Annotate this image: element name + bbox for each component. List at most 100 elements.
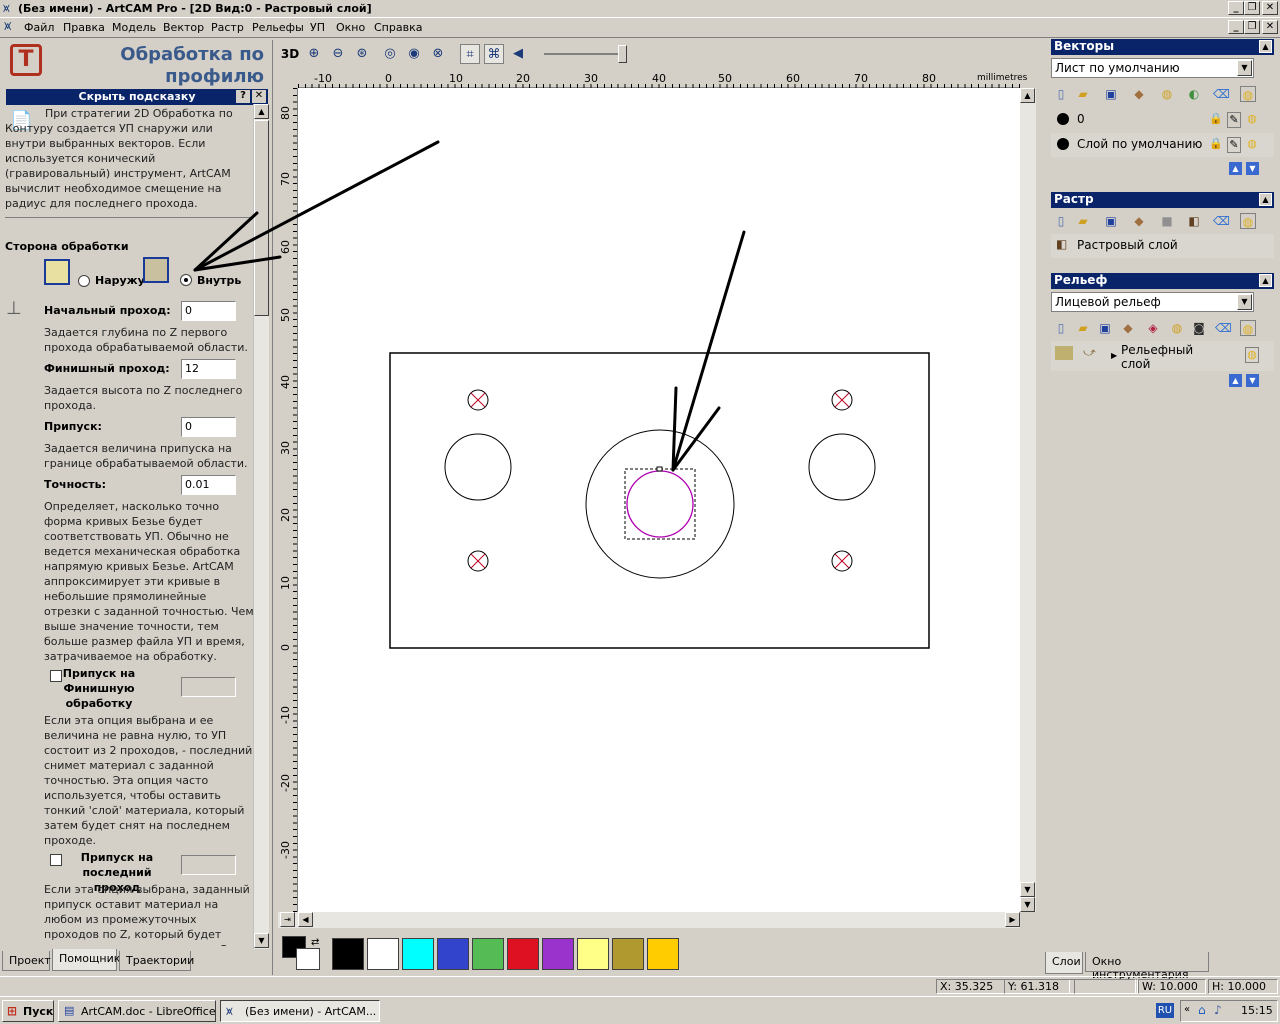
menu-reliefs[interactable]: Рельефы [252, 21, 304, 34]
zoom-window-icon[interactable]: ⊗ [428, 44, 448, 64]
vector-layer-default[interactable]: Слой по умолчанию 🔒 ✎ ◍ [1051, 133, 1274, 157]
relief-select[interactable]: Лицевой рельеф ▼ [1051, 292, 1254, 312]
swap-colors-icon[interactable]: ⇄ [311, 937, 319, 948]
delete-relief-icon[interactable]: ⌫ [1215, 320, 1232, 336]
merge-relief-icon[interactable]: ◆ [1120, 320, 1136, 336]
pen-icon[interactable]: ✎ [1227, 137, 1241, 153]
secondary-color-swatch[interactable] [296, 948, 320, 970]
lock-icon[interactable]: 🔒 [1209, 112, 1223, 128]
open-layer-icon[interactable]: ▰ [1075, 86, 1091, 102]
tab-toolpaths[interactable]: Траектории [119, 951, 194, 971]
scroll-up-icon[interactable]: ▲ [254, 104, 269, 119]
raster-layer[interactable]: ◧ Растровый слой [1051, 234, 1274, 258]
move-relief-up-icon[interactable]: ▲ [1229, 374, 1242, 387]
visibility-bulb-icon[interactable]: ◍ [1240, 213, 1256, 229]
snap-grid-icon[interactable]: ⌗ [460, 44, 480, 64]
canvas-scroll-down-icon[interactable]: ▼ [1020, 882, 1035, 897]
3d-view-button[interactable]: 3D [280, 44, 300, 64]
visibility-bulb-icon[interactable]: ◍ [1245, 137, 1259, 153]
menu-vector[interactable]: Вектор [163, 21, 204, 34]
visibility-bulb-icon[interactable]: ◍ [1245, 112, 1259, 128]
move-relief-down-icon[interactable]: ▼ [1246, 374, 1259, 387]
relief-header[interactable]: Рельеф ▲ [1051, 273, 1274, 289]
zoom-previous-icon[interactable]: ⊛ [352, 44, 372, 64]
move-layer-up-icon[interactable]: ▲ [1229, 162, 1242, 175]
palette-swatch[interactable] [542, 938, 574, 970]
visibility-bulb-icon[interactable]: ◍ [1240, 86, 1256, 102]
scroll-thumb[interactable] [254, 120, 269, 316]
workpiece-rectangle[interactable] [389, 352, 930, 649]
tab-layers[interactable]: Слои [1045, 952, 1083, 974]
contrast-slider-thumb[interactable] [618, 45, 627, 63]
doc-minimize-button[interactable]: _ [1228, 20, 1244, 34]
vector-layer-0[interactable]: 0 🔒 ✎ ◍ [1051, 108, 1274, 132]
finish-pass-input[interactable]: 12 [181, 359, 236, 379]
restore-button[interactable]: ❐ [1244, 1, 1260, 15]
outside-profile-icon[interactable] [44, 259, 70, 285]
language-indicator[interactable]: RU [1156, 1003, 1174, 1018]
snap-objects-icon[interactable]: ⌘ [484, 44, 504, 64]
relief-mode-icon[interactable]: ◈ [1145, 320, 1161, 336]
collapse-icon[interactable]: ▲ [1259, 40, 1272, 53]
zoom-in-icon[interactable]: ⊕ [304, 44, 324, 64]
tray-expand-icon[interactable]: « [1184, 1004, 1190, 1015]
menu-file[interactable]: Файл [24, 21, 54, 34]
vector-sheet-select[interactable]: Лист по умолчанию ▼ [1051, 58, 1254, 78]
new-raster-layer-icon[interactable]: ▯ [1053, 213, 1069, 229]
relief-layer[interactable]: ⤻ ▶ Рельефный слой ◍ [1051, 341, 1274, 371]
merge-layer-icon[interactable]: ◆ [1131, 86, 1147, 102]
delete-raster-icon[interactable]: ⌫ [1213, 213, 1230, 229]
close-button[interactable]: ✕ [1262, 1, 1278, 15]
visibility-bulb-icon[interactable]: ◍ [1245, 347, 1259, 363]
palette-swatch[interactable] [367, 938, 399, 970]
allowance-input[interactable]: 0 [181, 417, 236, 437]
new-layer-icon[interactable]: ▯ [1053, 86, 1069, 102]
open-relief-icon[interactable]: ▰ [1075, 320, 1091, 336]
zoom-selection-icon[interactable]: ◉ [404, 44, 424, 64]
scroll-down-icon[interactable]: ▼ [254, 933, 269, 948]
lock-icon[interactable]: 🔒 [1209, 137, 1223, 153]
move-layer-down-icon[interactable]: ▼ [1246, 162, 1259, 175]
bulb-icon[interactable]: ◍ [1169, 320, 1185, 336]
new-relief-layer-icon[interactable]: ▯ [1053, 320, 1069, 336]
vectors-header[interactable]: Векторы ▲ [1051, 39, 1274, 55]
palette-swatch[interactable] [507, 938, 539, 970]
last-pass-checkbox[interactable] [50, 854, 62, 866]
palette-swatch[interactable] [332, 938, 364, 970]
app-menu-icon[interactable]: ⩙ [4, 19, 11, 34]
menu-raster[interactable]: Растр [211, 21, 244, 34]
palette-swatch[interactable] [437, 938, 469, 970]
canvas-horizontal-scrollbar[interactable]: ⇥ ◀ ▶ [278, 912, 1020, 928]
open-raster-icon[interactable]: ▰ [1075, 213, 1091, 229]
save-layer-icon[interactable]: ▣ [1103, 86, 1119, 102]
save-raster-icon[interactable]: ▣ [1103, 213, 1119, 229]
pen-icon[interactable]: ✎ [1227, 112, 1241, 128]
save-relief-icon[interactable]: ▣ [1097, 320, 1113, 336]
expand-icon[interactable]: ▶ [1111, 349, 1117, 363]
layer-color-icon[interactable]: ◐ [1186, 86, 1202, 102]
chevron-down-icon[interactable]: ▼ [1237, 60, 1252, 76]
help-icon[interactable]: ? [236, 90, 250, 103]
raster-header[interactable]: Растр ▲ [1051, 192, 1274, 208]
taskbar-item-artcam[interactable]: ⩙ (Без имени) - ArtCAM... [220, 1000, 380, 1022]
left-panel-scrollbar[interactable]: ▲ ▼ [253, 104, 269, 949]
doc-restore-button[interactable]: ❐ [1244, 20, 1260, 34]
canvas-vertical-scrollbar[interactable]: ▲ ▼ ▼ [1020, 88, 1036, 912]
delete-layer-icon[interactable]: ⌫ [1213, 86, 1230, 102]
palette-swatch[interactable] [472, 938, 504, 970]
side-inside-radio[interactable] [180, 274, 192, 286]
chevron-down-icon[interactable]: ▼ [1237, 294, 1252, 310]
snapshot-icon[interactable]: ◙ [1191, 320, 1207, 336]
close-hint-icon[interactable]: ✕ [252, 90, 266, 103]
canvas-scroll-up-icon[interactable]: ▲ [1020, 88, 1035, 103]
palette-swatch[interactable] [402, 938, 434, 970]
start-pass-input[interactable]: 0 [181, 301, 236, 321]
volume-icon[interactable]: ♪ [1214, 1003, 1222, 1017]
start-button[interactable]: ⊞ Пуск [2, 1000, 54, 1022]
grayscale-icon[interactable]: ■ [1159, 213, 1175, 229]
collapse-icon[interactable]: ▲ [1259, 193, 1272, 206]
drawing-canvas[interactable] [298, 88, 1020, 912]
tab-project[interactable]: Проект [2, 951, 51, 971]
menu-edit[interactable]: Правка [63, 21, 105, 34]
canvas-scroll-right-icon[interactable]: ▶ [1005, 912, 1020, 927]
